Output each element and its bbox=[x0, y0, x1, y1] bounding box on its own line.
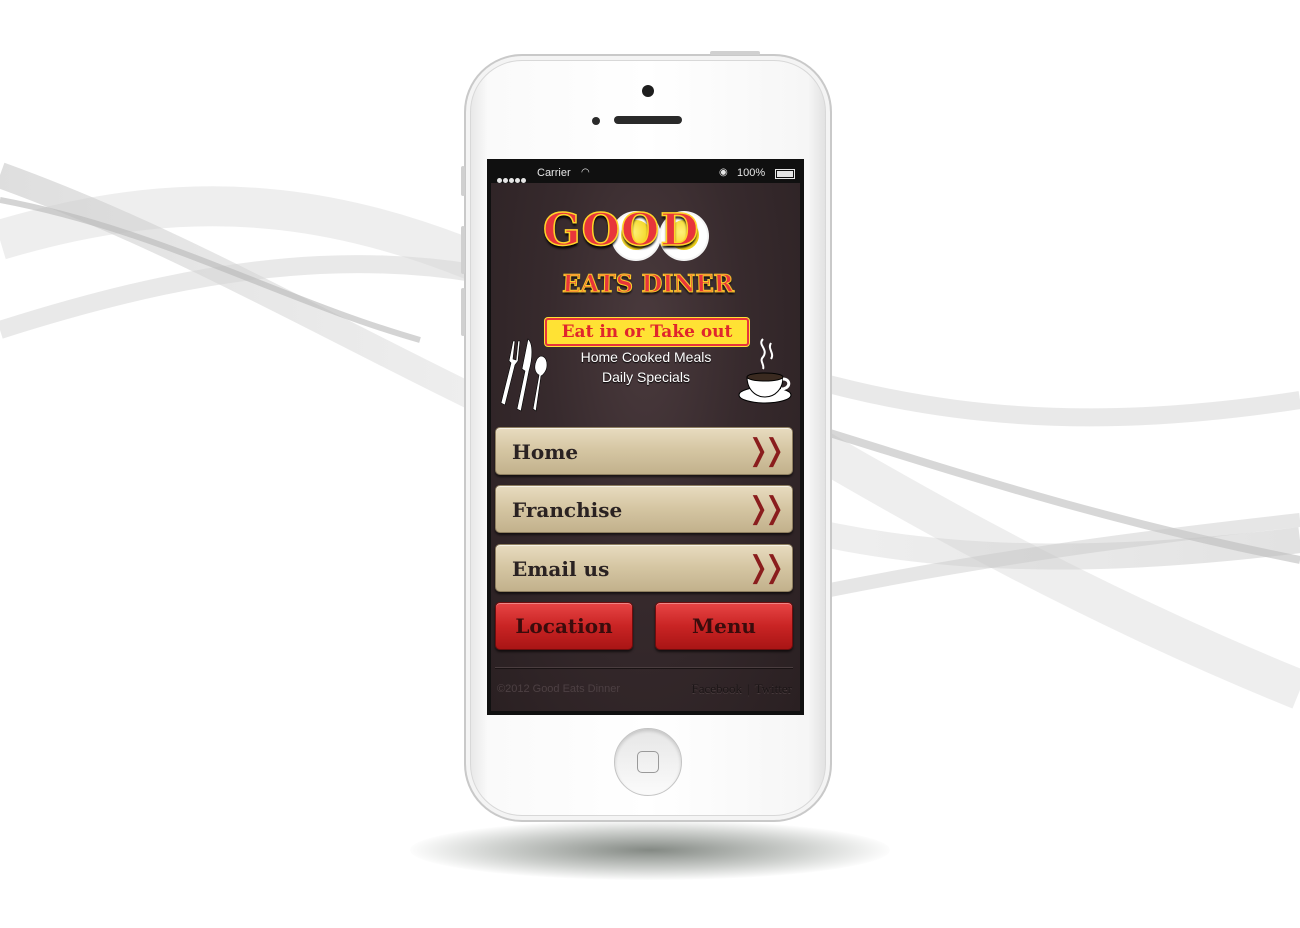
logo-subtitle: EATS DINER bbox=[534, 269, 762, 298]
double-chevron-right-icon: ❭❭ bbox=[746, 428, 778, 474]
facebook-link[interactable]: Facebook bbox=[691, 681, 742, 696]
features-text: Home Cooked Meals Daily Specials bbox=[551, 347, 741, 387]
app-content: GOOD EATS DINER Eat in or Take out Home … bbox=[491, 183, 800, 711]
wifi-icon: ◠ bbox=[581, 163, 590, 183]
footer-divider bbox=[495, 667, 793, 669]
nav-item-label: Email us bbox=[512, 545, 609, 593]
nav-item-label: Franchise bbox=[512, 486, 622, 534]
tagline-banner: Eat in or Take out bbox=[545, 318, 749, 346]
status-bar: Carrier ◠ ◉ 100% bbox=[491, 163, 800, 183]
logo-good: GOOD bbox=[543, 205, 748, 267]
copyright-text: ©2012 Good Eats Dinner bbox=[497, 683, 620, 695]
volume-up-button bbox=[461, 226, 465, 274]
mute-switch bbox=[461, 166, 465, 196]
power-button bbox=[710, 51, 760, 55]
phone-screen: Carrier ◠ ◉ 100% GOOD EATS DINER Eat in … bbox=[487, 159, 804, 715]
menu-button[interactable]: Menu bbox=[655, 602, 793, 650]
coffee-cup-icon bbox=[737, 335, 795, 411]
location-button[interactable]: Location bbox=[495, 602, 633, 650]
feature-daily-specials: Daily Specials bbox=[551, 367, 741, 387]
battery-percentage: 100% bbox=[737, 163, 765, 183]
feature-home-cooked: Home Cooked Meals bbox=[551, 347, 741, 367]
volume-down-button bbox=[461, 288, 465, 336]
nav-item-label: Home bbox=[512, 428, 578, 476]
proximity-sensor bbox=[592, 117, 600, 125]
social-links: Facebook | Twitter bbox=[691, 681, 792, 697]
twitter-link[interactable]: Twitter bbox=[755, 681, 792, 696]
home-button[interactable] bbox=[614, 728, 682, 796]
carrier-label: Carrier bbox=[537, 163, 571, 183]
nav-item-franchise[interactable]: Franchise ❭❭ bbox=[495, 485, 793, 533]
home-square-icon bbox=[637, 751, 659, 773]
fork-knife-spoon-icon bbox=[495, 333, 551, 413]
front-camera bbox=[642, 85, 654, 97]
logo-title: GOOD bbox=[543, 205, 699, 256]
rotation-lock-icon: ◉ bbox=[719, 163, 728, 183]
link-separator: | bbox=[747, 681, 750, 696]
nav-item-email-us[interactable]: Email us ❭❭ bbox=[495, 544, 793, 592]
double-chevron-right-icon: ❭❭ bbox=[746, 545, 778, 591]
phone-shadow bbox=[410, 820, 890, 880]
nav-item-home[interactable]: Home ❭❭ bbox=[495, 427, 793, 475]
earpiece-speaker bbox=[614, 116, 682, 124]
double-chevron-right-icon: ❭❭ bbox=[746, 486, 778, 532]
battery-icon bbox=[775, 169, 795, 179]
